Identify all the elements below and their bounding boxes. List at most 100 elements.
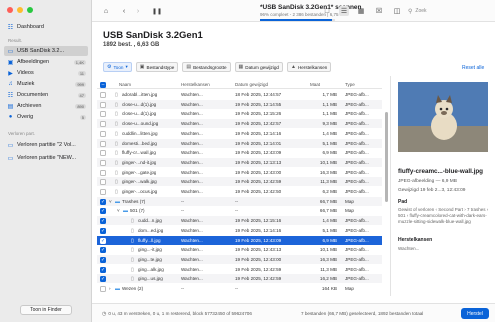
row-checkbox[interactable]: ✓ <box>100 276 106 283</box>
row-checkbox[interactable]: ✓ <box>100 266 106 273</box>
table-row[interactable]: ▯ fluffy-cr...wall.jpg Wachten... 19 Feb 20… <box>97 148 382 157</box>
forward-icon[interactable]: › <box>134 6 142 16</box>
row-checkbox[interactable] <box>100 179 106 186</box>
disclosure-chevron-icon[interactable]: ˅ <box>117 208 120 213</box>
table-row[interactable]: ▯ close-u...d(1).jpg Wachten... 19 Feb 2025… <box>97 99 382 109</box>
row-checkbox[interactable]: ✓ <box>100 247 106 254</box>
cell-chance: -- <box>181 208 185 214</box>
table-row[interactable]: ✓ ▯ cudd...n.jpg Wachten... 19 Feb 2025, 12:… <box>97 216 382 226</box>
table-row[interactable]: ▯ ginger-...gate.jpg Wachten... 19 Feb 2025… <box>97 168 382 177</box>
row-checkbox[interactable] <box>100 130 106 137</box>
column-name[interactable]: Naam <box>119 82 131 87</box>
file-icon: ▯ <box>131 227 134 234</box>
preview-panel: fluffy-creamc...-blue-wall.jpg JPEG-afbe… <box>390 76 495 296</box>
row-checkbox[interactable] <box>100 286 106 292</box>
preview-chances-value: Wachten... <box>398 246 420 251</box>
table-scrollbar[interactable] <box>384 90 388 295</box>
table-row[interactable]: ✓ ▯ dom...ed.jpg Wachten... 19 Feb 2025, 12:… <box>97 226 382 235</box>
table-row[interactable]: ▯ adorabl...itten.jpg Wachten... 18 Feb 202… <box>97 90 382 99</box>
recover-button[interactable]: Herstel <box>461 308 489 319</box>
close-view-icon[interactable]: ☒ <box>374 6 384 16</box>
grid-view-icon[interactable]: ▦ <box>356 6 366 16</box>
cell-chance: Wachten... <box>181 218 203 224</box>
filter-toon-button[interactable]: ⚙ Toon ▾ <box>103 62 132 72</box>
row-checkbox[interactable] <box>100 101 106 108</box>
filter-icon: ⚙ <box>107 64 112 70</box>
row-checkbox[interactable] <box>100 189 106 195</box>
cell-size: 1,4 MB <box>322 130 337 136</box>
filter-filetype-button[interactable]: ▣ Bestandstype <box>135 62 179 72</box>
item-count-badge: 890 <box>75 103 86 109</box>
table-row[interactable]: ▯ cuddlin...litten.jpg Wachten... 19 Feb 20… <box>97 129 382 138</box>
cell-name: ginger-...ocus.jpg <box>122 189 158 194</box>
table-row[interactable]: ✓ ▯ ging...us.jpg Wachten... 19 Feb 2025, 12… <box>97 274 382 284</box>
video-icon: ▶ <box>8 70 13 77</box>
row-checkbox[interactable]: ✓ <box>100 218 106 225</box>
table-row[interactable]: › ▬ Wezen (2) -- -- 164 KB Map <box>97 284 382 293</box>
list-view-icon[interactable]: ☰ <box>339 6 349 16</box>
row-checkbox[interactable] <box>100 169 106 176</box>
filter-recovery-button[interactable]: ▲ Herstelkansen <box>286 62 332 72</box>
minimize-window-button[interactable] <box>17 7 23 13</box>
cell-date: 18 Feb 2025, 12:44:57 <box>235 92 282 97</box>
table-row[interactable]: ✓ ▯ fluffy...ll.jpg Wachten... 19 Feb 2025, … <box>97 235 382 245</box>
cell-type: JPEG-afb... <box>345 159 369 165</box>
table-row[interactable]: ▯ ginger-...nd-it.jpg Wachten... 19 Feb 202… <box>97 157 382 167</box>
disclosure-chevron-icon[interactable]: ˅ <box>109 199 112 204</box>
cell-type: JPEG-afb... <box>345 130 369 136</box>
row-checkbox[interactable] <box>100 111 106 118</box>
table-row[interactable]: ▯ close-u...ound.jpg Wachten... 19 Feb 2025… <box>97 119 382 129</box>
table-row[interactable]: ✓ ▯ ging...-it.jpg Wachten... 19 Feb 2025, 1… <box>97 245 382 254</box>
row-checkbox[interactable] <box>100 92 106 98</box>
row-checkbox[interactable] <box>100 121 106 128</box>
sidebar-item-lost-1[interactable]: ▭ Verloren partitie "2 Vol... <box>4 140 88 150</box>
back-icon[interactable]: ‹ <box>120 6 128 16</box>
table-row[interactable]: ▯ close-u...d(1).jpg Wachten... 19 Feb 2025… <box>97 109 382 118</box>
sidebar-item-4[interactable]: ☷ Documenten 47 <box>4 90 88 100</box>
row-checkbox[interactable] <box>100 140 106 147</box>
disclosure-chevron-icon[interactable]: › <box>109 286 111 291</box>
sidebar-item-6[interactable]: ● Overig 5 <box>4 112 88 122</box>
table-row[interactable]: ▯ ginger-...walk.jpg Wachten... 19 Feb 2025… <box>97 177 382 187</box>
search-field[interactable]: ⚲ Zoek <box>408 6 458 16</box>
table-row[interactable]: ✓ ▯ ging...alk.jpg Wachten... 19 Feb 2025, 1… <box>97 265 382 274</box>
table-row[interactable]: ✓ ▯ ging...te.jpg Wachten... 19 Feb 2025, 12… <box>97 254 382 264</box>
row-checkbox[interactable] <box>100 150 106 157</box>
row-checkbox[interactable]: ✓ <box>100 208 106 215</box>
filter-date-button[interactable]: ▦ Datum gewijzigd <box>234 62 283 72</box>
panel-icon[interactable]: ◫ <box>392 6 402 16</box>
reset-all-link[interactable]: Reset alle <box>462 65 484 71</box>
row-checkbox[interactable]: ✓ <box>100 237 106 244</box>
column-date[interactable]: Datum gewijzigd <box>235 82 268 87</box>
sidebar-item-dashboard[interactable]: ☷ Dashboard <box>4 22 88 32</box>
row-checkbox[interactable]: ✓ <box>100 198 106 205</box>
table-row[interactable]: ▯ ginger-...ocus.jpg Wachten... 19 Feb 2025… <box>97 187 382 196</box>
sidebar-item-5[interactable]: ▤ Archieven 890 <box>4 101 88 111</box>
cell-chance: Wachten... <box>181 179 203 185</box>
sidebar-item-1[interactable]: ▣ Afbeeldingen 1,4K <box>4 57 88 67</box>
zoom-window-button[interactable] <box>27 7 33 13</box>
doc-view-icon[interactable]: □ <box>322 6 332 16</box>
sidebar-item-3[interactable]: ♫ Muziek 999 <box>4 79 88 89</box>
select-all-checkbox[interactable]: – <box>100 81 106 88</box>
row-checkbox[interactable]: ✓ <box>100 227 106 234</box>
table-row[interactable]: ✓ ˅ ▬ 501 (7) -- -- 66,7 MB Map <box>97 206 382 215</box>
table-row[interactable]: ▯ domesti...bed.jpg Wachten... 19 Feb 2025,… <box>97 138 382 148</box>
sidebar-item-0[interactable]: ▭ USB SanDisk 3.2... <box>4 46 88 56</box>
sidebar-item-lost-2[interactable]: ▭ Verloren partitie "NEW... <box>4 153 88 163</box>
filter-filesize-button[interactable]: ▤ Bestandsgrootte <box>182 62 231 72</box>
row-checkbox[interactable]: ✓ <box>100 256 106 263</box>
pause-icon[interactable]: ❚❚ <box>152 6 162 16</box>
sidebar-item-2[interactable]: ▶ Videos 11 <box>4 68 88 78</box>
table-row[interactable]: ✓ ˅ ▬ Trashes (7) -- -- 66,7 MB Map <box>97 196 382 206</box>
column-type[interactable]: Type <box>345 82 355 87</box>
show-in-finder-button[interactable]: Toon in Finder <box>20 305 72 315</box>
home-icon[interactable]: ⌂ <box>100 6 112 16</box>
cell-type: JPEG-afb... <box>345 111 369 117</box>
item-count-badge: 11 <box>77 70 86 76</box>
close-window-button[interactable] <box>7 7 13 13</box>
cell-type: JPEG-afb... <box>345 92 369 97</box>
column-size[interactable]: Maat <box>310 82 320 87</box>
row-checkbox[interactable] <box>100 159 106 166</box>
column-chances[interactable]: Herstelkansen <box>181 82 210 87</box>
